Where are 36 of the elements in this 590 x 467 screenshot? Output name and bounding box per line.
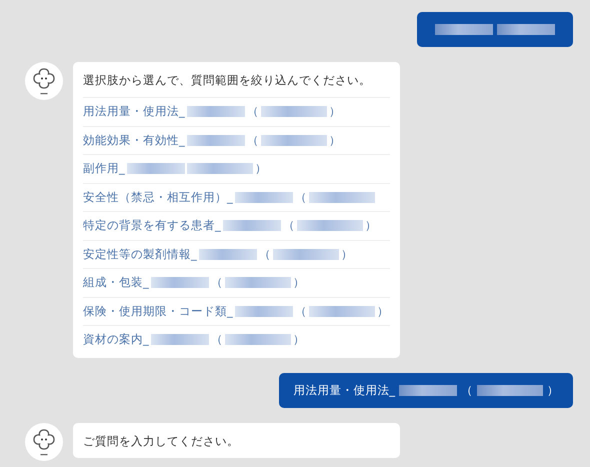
blurred-text (234, 306, 293, 317)
option-link[interactable]: 安全性（禁忌・相互作用）_ （ (83, 184, 390, 212)
user-message: 用法用量・使用法_ （ ） (279, 372, 573, 408)
blurred-text (186, 134, 245, 146)
blurred-text (198, 248, 257, 260)
blurred-text (260, 134, 327, 146)
blurred-text (399, 384, 457, 396)
blurred-text (186, 106, 245, 118)
blurred-text (296, 220, 363, 232)
robot-avatar-icon (25, 422, 63, 460)
option-link[interactable]: 副作用_ ） (83, 155, 390, 184)
blurred-text (186, 163, 253, 174)
blurred-text (477, 384, 543, 396)
option-link[interactable]: 組成・包装_ （ ） (83, 269, 390, 298)
blurred-text (272, 248, 339, 260)
option-link[interactable]: 保険・使用期限・コード類_ （ ） (83, 298, 390, 326)
blurred-text (224, 334, 291, 346)
blurred-text (497, 24, 555, 35)
option-link[interactable]: 特定の背景を有する患者_ （ ） (83, 212, 390, 240)
blurred-text (260, 106, 327, 118)
blurred-text (222, 220, 281, 232)
option-link[interactable]: 安定性等の製剤情報_ （ ） (83, 240, 390, 269)
blurred-text (234, 192, 293, 203)
bot-message-text: 選択肢から選んで、質問範囲を絞り込んでください。 (83, 62, 390, 98)
blurred-text (435, 24, 493, 35)
blurred-text (150, 334, 209, 346)
blurred-text (224, 277, 291, 288)
robot-avatar-icon (25, 62, 63, 100)
option-link[interactable]: 用法用量・使用法_ （ ） (83, 98, 390, 126)
bot-message-text: ご質問を入力してください。 (83, 432, 240, 450)
blurred-text (308, 306, 375, 317)
blurred-text (126, 163, 185, 174)
option-link[interactable]: 資材の案内_ （ ） (83, 326, 390, 354)
option-link[interactable]: 効能効果・有効性_ （ ） (83, 126, 390, 155)
blurred-text (150, 277, 209, 288)
blurred-text (308, 192, 375, 203)
